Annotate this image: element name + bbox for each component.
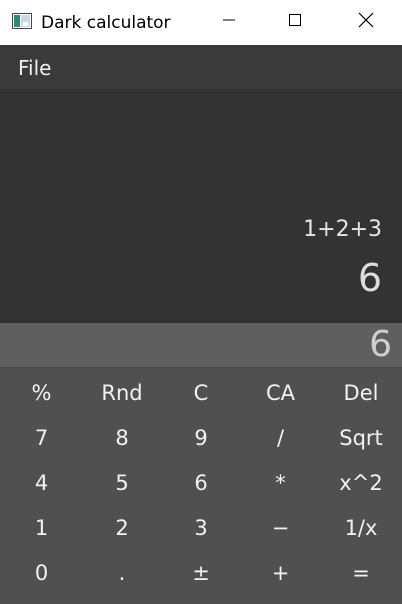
key-1[interactable]: 1 [0,505,83,550]
key-square[interactable]: x^2 [320,460,402,505]
key-negate[interactable]: ± [161,550,241,595]
menu-bar: File [0,45,402,89]
result-text: 6 [357,256,382,300]
key-subtract[interactable]: − [241,505,320,550]
key-9[interactable]: 9 [161,415,241,460]
key-delete[interactable]: Del [320,370,402,415]
calculation-display: 1+2+3 6 [0,89,402,323]
key-5[interactable]: 5 [83,460,161,505]
key-clear[interactable]: C [161,370,241,415]
key-7[interactable]: 7 [0,415,83,460]
menu-file[interactable]: File [18,56,51,80]
key-divide[interactable]: / [241,415,320,460]
maximize-button[interactable] [259,0,331,45]
key-decimal[interactable]: . [83,550,161,595]
maximize-icon [288,13,302,32]
title-bar: Dark calculator [0,0,402,45]
key-6[interactable]: 6 [161,460,241,505]
key-equals[interactable]: = [320,550,402,595]
key-2[interactable]: 2 [83,505,161,550]
minimize-icon [222,13,236,32]
keypad: % Rnd C CA Del 7 8 9 / Sqrt 4 5 6 * x^2 … [0,370,402,604]
entry-value: 6 [369,324,392,365]
expression-text: 1+2+3 [303,217,382,242]
calculator-window: Dark calculator File 1+2+3 6 6 % Rnd C C [0,0,402,604]
app-window-icon [12,13,32,29]
close-icon [358,12,374,33]
key-random[interactable]: Rnd [83,370,161,415]
key-3[interactable]: 3 [161,505,241,550]
key-clear-all[interactable]: CA [241,370,320,415]
entry-field[interactable]: 6 [0,323,402,368]
window-title: Dark calculator [41,13,171,33]
key-add[interactable]: + [241,550,320,595]
key-4[interactable]: 4 [0,460,83,505]
key-percent[interactable]: % [0,370,83,415]
close-button[interactable] [330,0,402,45]
key-multiply[interactable]: * [241,460,320,505]
key-0[interactable]: 0 [0,550,83,595]
key-8[interactable]: 8 [83,415,161,460]
key-reciprocal[interactable]: 1/x [320,505,402,550]
minimize-button[interactable] [193,0,265,45]
key-sqrt[interactable]: Sqrt [320,415,402,460]
